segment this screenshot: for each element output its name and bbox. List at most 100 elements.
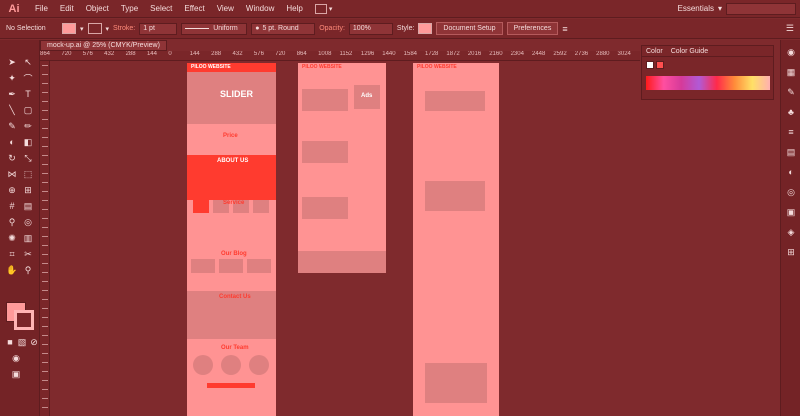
artboards-icon[interactable]: ⊞ [785,246,797,258]
lasso-icon[interactable]: ⌒ [22,72,34,84]
white-swatch[interactable] [646,61,654,69]
ruler-mark: 720 [61,51,72,57]
blob-brush-icon[interactable]: ◐ [6,136,18,148]
blog-thumb [219,259,243,273]
appearance-icon[interactable]: ◎ [785,186,797,198]
ruler-tick [42,380,48,381]
contact-heading: Contact Us [219,294,251,300]
help-search-input[interactable] [726,2,796,15]
current-color-swatch[interactable] [656,61,664,69]
scale-tool-icon[interactable]: ⤡ [22,152,34,164]
screen-mode-icon[interactable]: ▣ [10,368,22,380]
document-setup-button[interactable]: Document Setup [436,22,503,35]
transparency-icon[interactable]: ◐ [785,166,797,178]
align-icon[interactable]: ≡ [562,24,567,34]
slice-tool-icon[interactable]: ✂ [22,248,34,260]
document-tab[interactable]: mock-up.ai @ 25% (CMYK/Preview) [40,40,167,51]
ruler-tick [42,200,48,201]
gradient-panel-icon[interactable]: ▤ [785,146,797,158]
type-tool-icon[interactable]: T [22,88,34,100]
shape-builder-icon[interactable]: ⊕ [6,184,18,196]
ruler-tick [42,326,48,327]
ruler-mark: 864 [40,51,51,57]
brush-definition[interactable]: ● 5 pt. Round [251,22,316,35]
stroke-swatch[interactable] [14,310,34,330]
stroke-color-swatch[interactable] [87,23,102,34]
tab-color-guide[interactable]: Color Guide [671,48,708,55]
pencil-icon[interactable]: ✏ [22,120,34,132]
gradient-mode-icon[interactable]: ▧ [16,336,28,348]
menu-type[interactable]: Type [115,0,144,18]
tab-color[interactable]: Color [646,48,663,55]
menu-help[interactable]: Help [280,0,308,18]
artboard-tool-icon[interactable]: ⌗ [6,248,18,260]
stroke-weight-field[interactable]: 1 pt [139,22,178,35]
width-tool-icon[interactable]: ⋈ [6,168,18,180]
mesh-tool-icon[interactable]: # [6,200,18,212]
rotate-tool-icon[interactable]: ↻ [6,152,18,164]
menu-file[interactable]: File [29,0,54,18]
ruler-mark: 576 [82,51,93,57]
ruler-mark: 2160 [489,51,503,57]
arrange-documents[interactable]: ▾ [314,3,332,14]
opacity-field[interactable]: 100% [348,22,393,35]
ruler-tick [42,236,48,237]
ruler-tick [42,173,48,174]
free-transform-icon[interactable]: ⬚ [22,168,34,180]
blend-tool-icon[interactable]: ◎ [22,216,34,228]
symbol-sprayer-icon[interactable]: ✺ [6,232,18,244]
color-panel-icon[interactable]: ◉ [785,46,797,58]
pen-tool-icon[interactable]: ✒ [6,88,18,100]
menu-bar: Ai File Edit Object Type Select Effect V… [0,0,800,18]
symbols-icon[interactable]: ♣ [785,106,797,118]
ruler-tick [42,389,48,390]
workspace-switcher[interactable]: Essentials ▾ [678,2,800,15]
menu-select[interactable]: Select [144,0,178,18]
fill-color-swatch[interactable] [62,23,76,34]
brushes-icon[interactable]: ✎ [785,86,797,98]
hand-tool-icon[interactable]: ✋ [6,264,18,276]
line-tool-icon[interactable]: ╲ [6,104,18,116]
color-mode-icon[interactable]: ■ [4,336,16,348]
color-spectrum[interactable] [646,76,770,90]
ruler-mark: 2592 [553,51,567,57]
draw-mode-icon[interactable]: ◉ [10,352,22,364]
perspective-grid-icon[interactable]: ⊞ [22,184,34,196]
selection-tool-icon[interactable]: ➤ [6,56,18,68]
layers-icon[interactable]: ◈ [785,226,797,238]
ruler-tick [42,137,48,138]
eyedropper-icon[interactable]: ⚲ [6,216,18,228]
artboard-post[interactable]: PILOO WEBSITE [413,63,499,416]
ruler-tick [42,146,48,147]
menu-effect[interactable]: Effect [178,0,210,18]
gradient-tool-icon[interactable]: ▤ [22,200,34,212]
ruler-tick [42,182,48,183]
graphic-styles-icon[interactable]: ▣ [785,206,797,218]
preferences-button[interactable]: Preferences [506,22,559,35]
zoom-tool-icon[interactable]: ⚲ [22,264,34,276]
swatches-icon[interactable]: ▦ [785,66,797,78]
menu-edit[interactable]: Edit [54,0,80,18]
rectangle-tool-icon[interactable]: ▢ [22,104,34,116]
tools-panel: ➤ ↖ ✦ ⌒ ✒ T ╲ ▢ ✎ ✏ ◐ ◧ ↻ ⤡ ⋈ ⬚ ⊕ ⊞ # ▤ … [0,40,40,416]
paintbrush-icon[interactable]: ✎ [6,120,18,132]
direct-selection-icon[interactable]: ↖ [22,56,34,68]
menu-view[interactable]: View [211,0,240,18]
menu-object[interactable]: Object [80,0,115,18]
opacity-label[interactable]: Opacity: [319,25,345,32]
eraser-icon[interactable]: ◧ [22,136,34,148]
graphic-style-swatch[interactable] [418,23,433,34]
ruler-tick [42,317,48,318]
menu-window[interactable]: Window [240,0,280,18]
post-image [302,89,348,111]
panel-menu-icon[interactable]: ☰ [786,23,794,34]
magic-wand-icon[interactable]: ✦ [6,72,18,84]
menu: File Edit Object Type Select Effect View… [29,0,309,18]
artboard-home[interactable]: PILOO WEBSITE SLIDER Price ABOUT US Serv… [187,63,276,416]
stroke-panel-icon[interactable]: ≡ [785,126,797,138]
none-mode-icon[interactable]: ⊘ [28,336,40,348]
graph-tool-icon[interactable]: ▥ [22,232,34,244]
artboard-blog[interactable]: PILOO WEBSITE Ads [298,63,386,273]
variable-width-profile[interactable]: Uniform [181,22,248,35]
stroke-label[interactable]: Stroke: [113,25,135,32]
